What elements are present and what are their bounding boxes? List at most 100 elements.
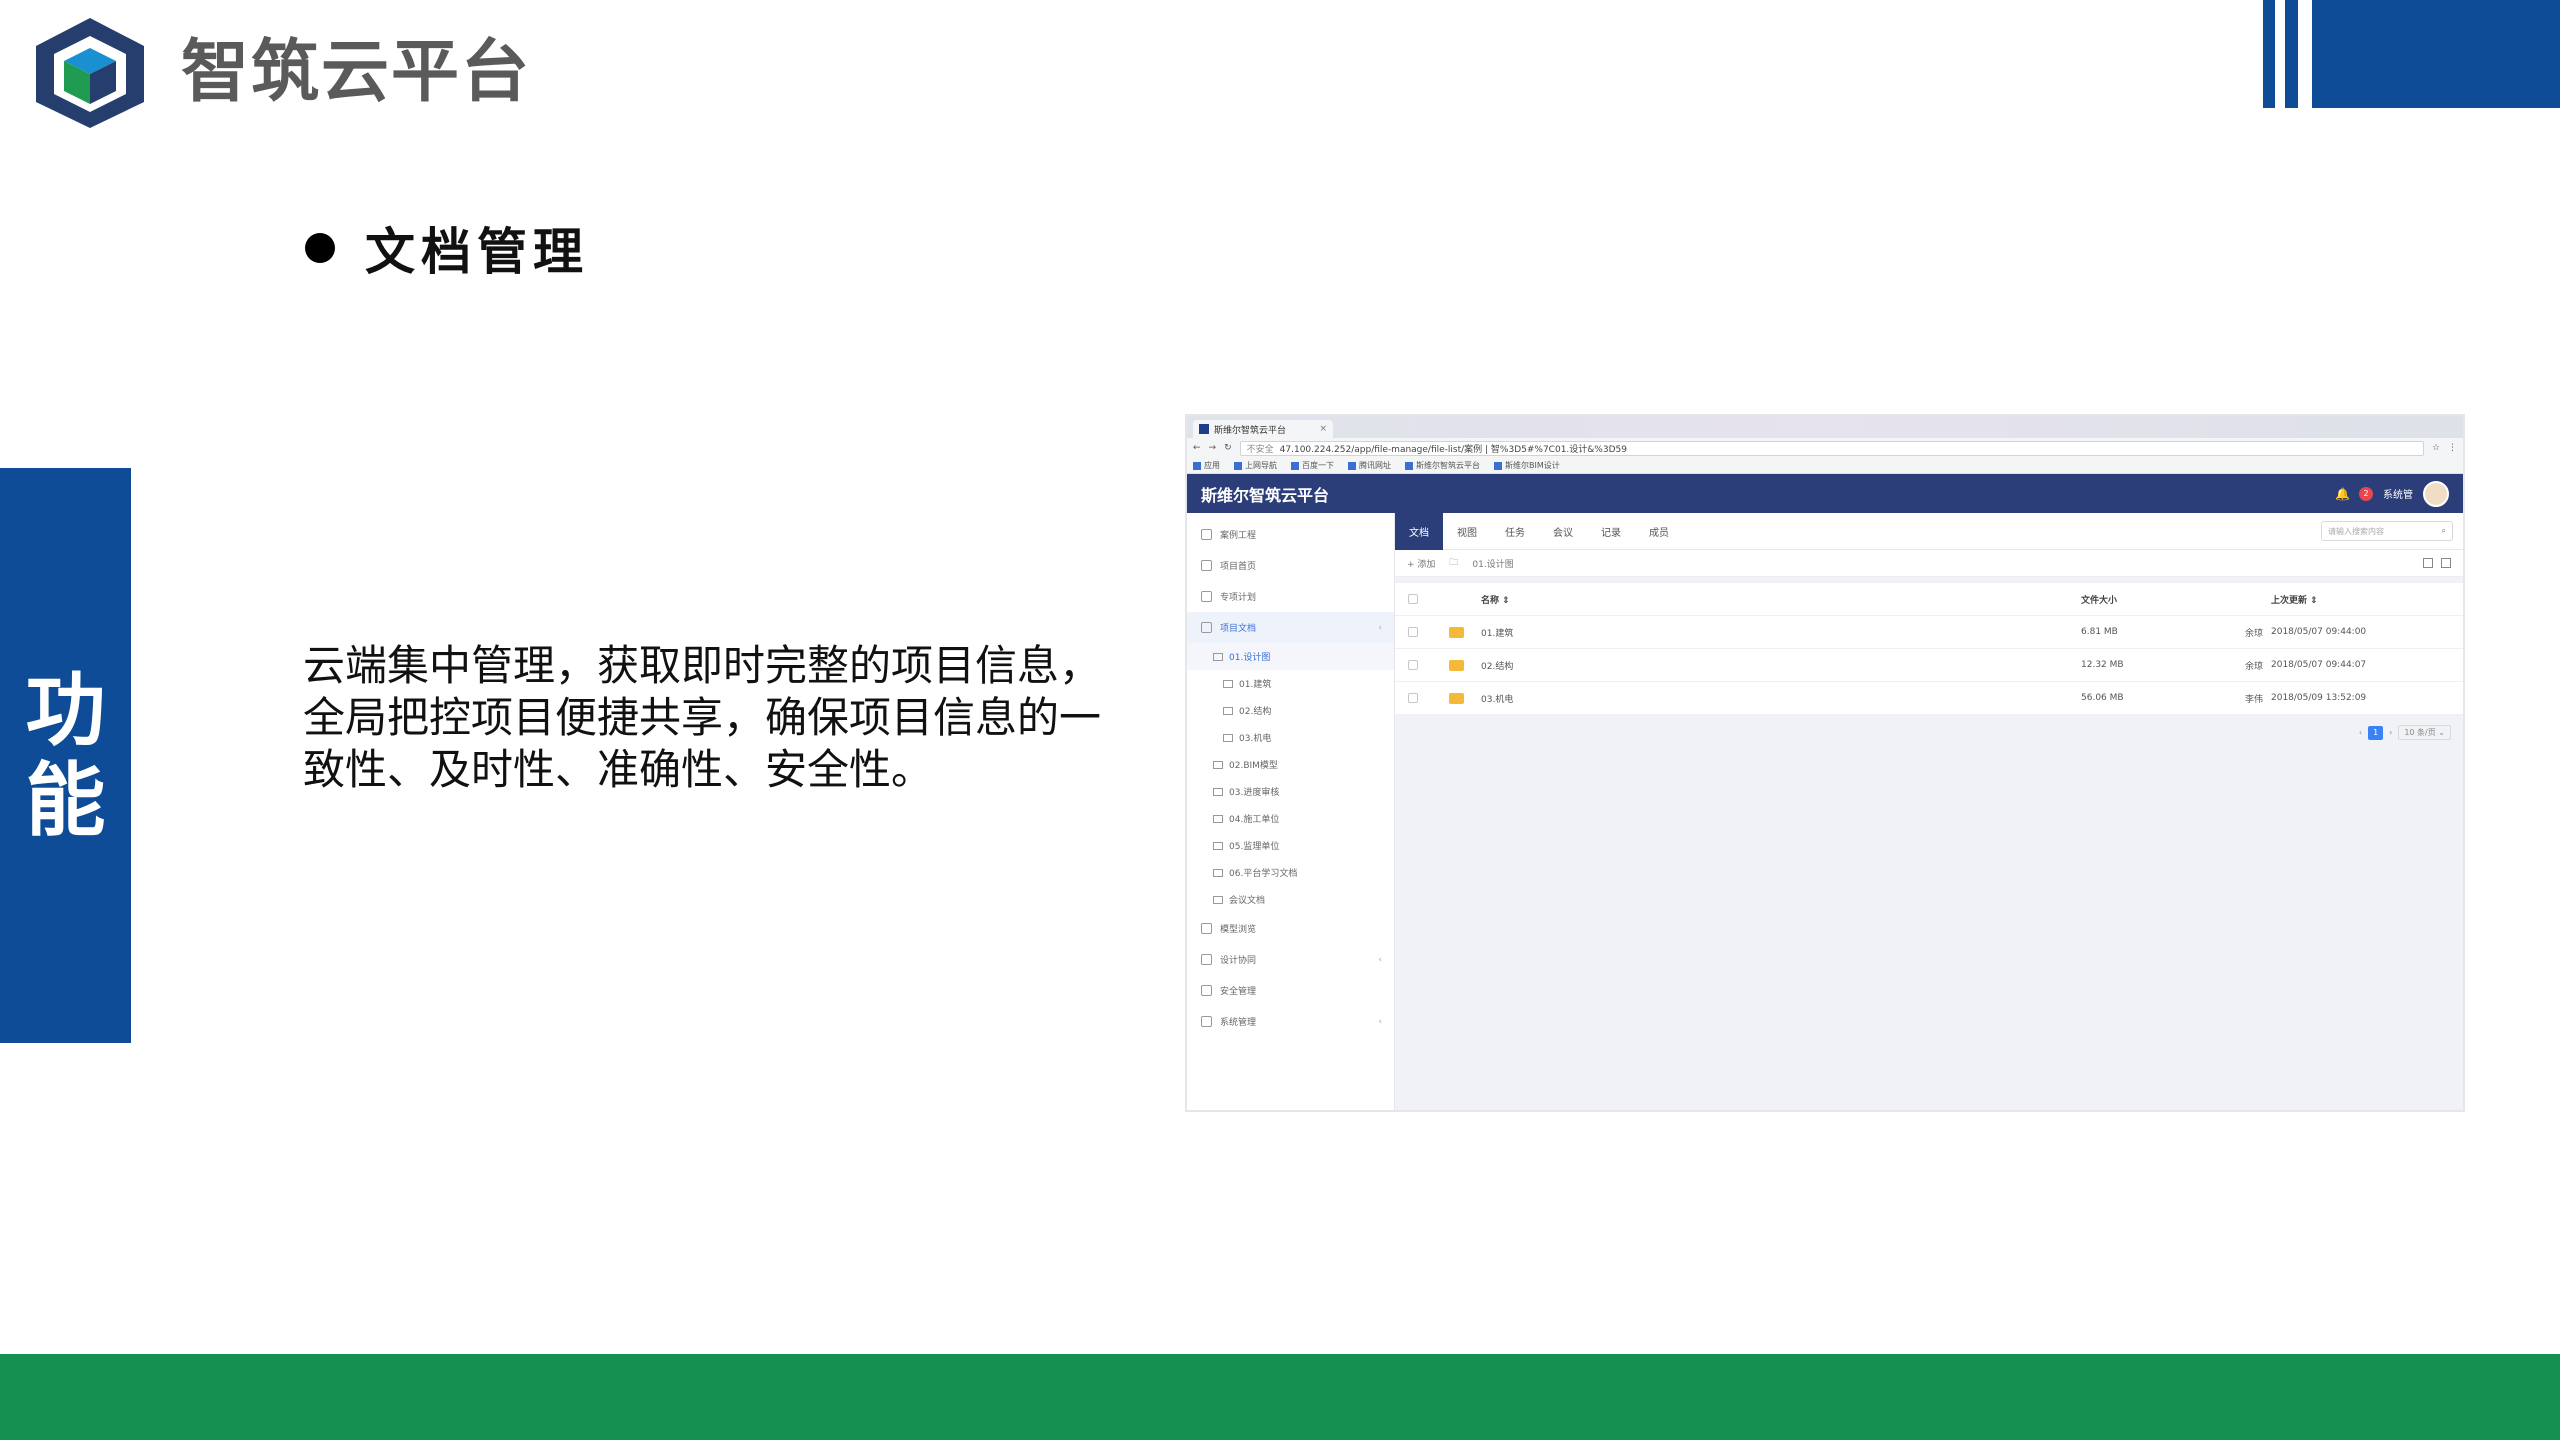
sidebar-item-safety[interactable]: 安全管理 <box>1187 975 1394 1006</box>
header-stripe <box>2285 0 2298 108</box>
table-header: 名称 ⇕ 文件大小 上次更新 ⇕ <box>1395 583 2463 616</box>
back-icon[interactable]: ← <box>1193 443 1201 453</box>
file-name[interactable]: 03.机电 <box>1481 692 2081 705</box>
file-user: 李伟 <box>2244 694 2263 705</box>
file-size: 12.32 MB <box>2081 660 2124 670</box>
table-row[interactable]: 01.建筑 6.81 MB 余琼 2018/05/07 09:44:00 <box>1395 616 2463 649</box>
folder-icon <box>1448 659 1464 671</box>
next-page-icon[interactable]: › <box>2389 728 2392 737</box>
select-all-checkbox[interactable] <box>1408 594 1418 604</box>
list-view-icon[interactable] <box>2441 558 2451 568</box>
tab-meetings[interactable]: 会议 <box>1539 513 1587 550</box>
sidebar-item-home[interactable]: 项目首页 <box>1187 550 1394 581</box>
tab-close-icon[interactable]: × <box>1319 424 1327 434</box>
bookmark-nav[interactable]: 上网导航 <box>1234 460 1277 471</box>
header-block <box>2312 0 2560 108</box>
prev-page-icon[interactable]: ‹ <box>2359 728 2362 737</box>
bookmark-baidu[interactable]: 百度一下 <box>1291 460 1334 471</box>
sidebar-folder[interactable]: 01.建筑 <box>1187 670 1394 697</box>
header-date[interactable]: 上次更新 ⇕ <box>2271 593 2391 606</box>
sidebar-folder-design[interactable]: 01.设计图 <box>1187 643 1394 670</box>
forward-icon[interactable]: → <box>1209 443 1217 453</box>
user-name[interactable]: 系统管 <box>2383 486 2413 501</box>
sidebar-folder[interactable]: 05.监理单位 <box>1187 832 1394 859</box>
bim-icon <box>1494 461 1502 470</box>
sidebar-folder[interactable]: 03.进度审核 <box>1187 778 1394 805</box>
content-tabs: 文档 视图 任务 会议 记录 成员 请输入搜索内容 ⌕ <box>1395 512 2463 550</box>
logo-text: 智筑云平台 <box>181 33 532 112</box>
search-input[interactable]: 请输入搜索内容 ⌕ <box>2321 521 2453 541</box>
menu-icon[interactable]: ⋮ <box>2448 443 2457 453</box>
file-user: 余琼 <box>2244 661 2263 672</box>
url-input[interactable]: 不安全 47.100.224.252/app/file-manage/file-… <box>1239 440 2424 456</box>
table-row[interactable]: 02.结构 12.32 MB 余琼 2018/05/07 09:44:07 <box>1395 649 2463 682</box>
clock-icon <box>1201 591 1212 602</box>
sidebar-item-model[interactable]: 模型浏览 <box>1187 913 1394 944</box>
star-icon[interactable]: ☆ <box>2432 443 2440 453</box>
platform-icon <box>1405 461 1413 470</box>
file-date: 2018/05/09 13:52:09 <box>2271 693 2367 703</box>
sidebar-folder[interactable]: 06.平台学习文档 <box>1187 859 1394 886</box>
main-content: 文档 视图 任务 会议 记录 成员 请输入搜索内容 ⌕ + 添加 🗀 01.设计… <box>1395 512 2463 1110</box>
tab-tasks[interactable]: 任务 <box>1491 513 1539 550</box>
cart-icon <box>1201 529 1212 540</box>
file-name[interactable]: 01.建筑 <box>1481 626 2081 639</box>
wrench-icon <box>1201 1016 1212 1027</box>
app-sidebar: 案例工程 项目首页 专项计划 项目文档 ‹ 01.设计图 01.建筑 02.结构 … <box>1187 513 1395 1110</box>
file-name[interactable]: 02.结构 <box>1481 659 2081 672</box>
bookmarks-bar: 应用 上网导航 百度一下 腾讯网址 斯维尔智筑云平台 斯维尔BIM设计 <box>1187 458 2463 474</box>
sidebar-item-case[interactable]: 案例工程 <box>1187 519 1394 550</box>
sidebar-folder[interactable]: 03.机电 <box>1187 724 1394 751</box>
sidebar-folder[interactable]: 02.结构 <box>1187 697 1394 724</box>
tab-docs[interactable]: 文档 <box>1395 512 1443 550</box>
sidebar-item-collab[interactable]: 设计协同 ‹ <box>1187 944 1394 975</box>
tab-members[interactable]: 成员 <box>1635 513 1683 550</box>
folder-icon <box>1223 733 1233 742</box>
bookmark-apps[interactable]: 应用 <box>1193 460 1220 471</box>
page-size-select[interactable]: 10 条/页 ⌄ <box>2398 725 2451 740</box>
row-checkbox[interactable] <box>1408 627 1418 637</box>
app-title: 斯维尔智筑云平台 <box>1201 485 1330 505</box>
sidebar-folder[interactable]: 04.施工单位 <box>1187 805 1394 832</box>
bookmark-platform[interactable]: 斯维尔智筑云平台 <box>1405 460 1480 471</box>
bookmark-bim[interactable]: 斯维尔BIM设计 <box>1494 460 1560 471</box>
cube-logo-icon <box>36 18 144 128</box>
sidebar-folder[interactable]: 会议文档 <box>1187 886 1394 913</box>
table-row[interactable]: 03.机电 56.06 MB 李伟 2018/05/09 13:52:09 <box>1395 682 2463 715</box>
row-checkbox[interactable] <box>1408 660 1418 670</box>
tab-records[interactable]: 记录 <box>1587 513 1635 550</box>
grid-view-icon[interactable] <box>2423 558 2433 568</box>
bookmark-tencent[interactable]: 腾讯网址 <box>1348 460 1391 471</box>
add-button[interactable]: + 添加 <box>1407 557 1435 570</box>
content-toolbar: + 添加 🗀 01.设计图 <box>1395 550 2463 577</box>
reload-icon[interactable]: ↻ <box>1224 443 1232 453</box>
sidebar-item-docs[interactable]: 项目文档 ‹ <box>1187 612 1394 643</box>
folder-icon <box>1213 868 1223 877</box>
header-stripe <box>2263 0 2275 108</box>
bell-icon[interactable]: 🔔 <box>2335 487 2350 501</box>
sidebar-folder[interactable]: 02.BIM模型 <box>1187 751 1394 778</box>
section-title: 文档管理 <box>365 223 589 281</box>
favicon-icon <box>1199 424 1209 434</box>
browser-tab[interactable]: 斯维尔智筑云平台 × <box>1193 420 1333 438</box>
row-checkbox[interactable] <box>1408 693 1418 703</box>
file-date: 2018/05/07 09:44:07 <box>2271 660 2367 670</box>
header-name[interactable]: 名称 ⇕ <box>1481 593 2081 606</box>
chevron-icon: ‹ <box>1378 954 1382 965</box>
file-size: 56.06 MB <box>2081 693 2124 703</box>
avatar[interactable] <box>2423 480 2449 507</box>
browser-address-bar: ← → ↻ 不安全 47.100.224.252/app/file-manage… <box>1187 438 2463 458</box>
breadcrumb[interactable]: 01.设计图 <box>1472 557 1513 570</box>
app-header: 斯维尔智筑云平台 🔔 2 系统管 <box>1187 474 2463 513</box>
side-panel-label: 功能 <box>25 663 106 847</box>
sidebar-item-system[interactable]: 系统管理 ‹ <box>1187 1006 1394 1037</box>
slide: 智筑云平台 功能 文档管理 云端集中管理，获取即时完整的项目信息，全局把控项目便… <box>0 0 2560 1440</box>
search-placeholder: 请输入搜索内容 <box>2328 526 2384 536</box>
folder-icon <box>1213 760 1223 769</box>
sidebar-item-plan[interactable]: 专项计划 <box>1187 581 1394 612</box>
url-text: 47.100.224.252/app/file-manage/file-list… <box>1279 444 1627 455</box>
tab-views[interactable]: 视图 <box>1443 513 1491 550</box>
folder-icon <box>1448 626 1464 638</box>
view-toggles <box>2423 558 2451 568</box>
current-page[interactable]: 1 <box>2368 725 2384 740</box>
